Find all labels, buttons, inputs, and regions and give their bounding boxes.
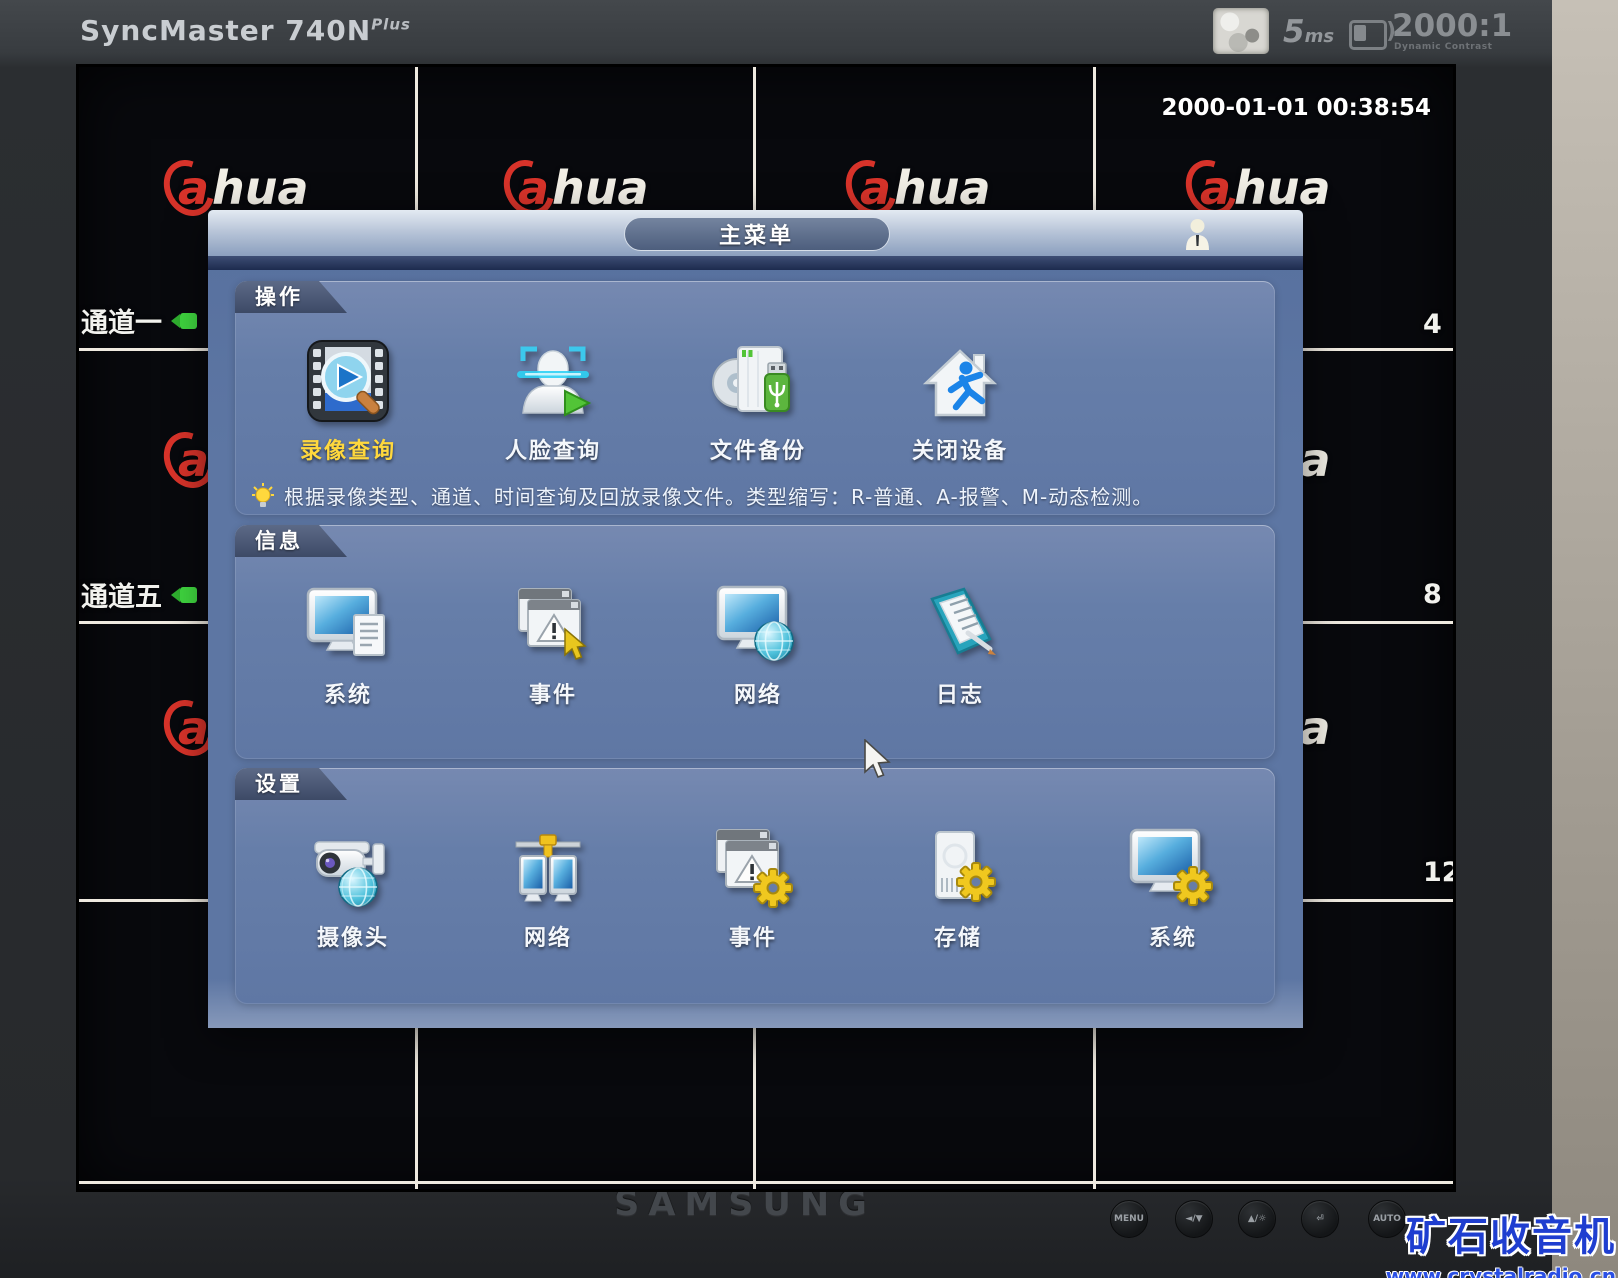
- dahua-logo: ahua: [175, 161, 309, 215]
- event-settings-icon: [705, 820, 801, 916]
- contrast-caption: Dynamic Contrast: [1394, 42, 1493, 52]
- channel-1-label: 通道一: [81, 301, 199, 340]
- dahua-logo: ahua: [1197, 161, 1331, 215]
- menu-item-label: 存储: [933, 926, 982, 951]
- section-settings: 设置 摄像头 网络 事件 存储 系统: [235, 768, 1275, 1004]
- watermark: 矿石收音机 www.crystalradio.cn: [1386, 1204, 1616, 1278]
- watermark-url: www.crystalradio.cn: [1385, 1264, 1616, 1278]
- menu-item-label: 系统: [1148, 926, 1197, 951]
- network-settings-icon: [500, 820, 596, 916]
- menu-item-camera-settings[interactable]: 摄像头: [268, 820, 438, 952]
- menu-item-label: 事件: [728, 926, 777, 951]
- mouse-cursor: [864, 739, 891, 779]
- menu-item-label: 人脸查询: [504, 439, 601, 464]
- dynamic-contrast-icon: [1349, 20, 1387, 50]
- recording-camera-icon: [171, 586, 197, 603]
- menu-item-network-settings[interactable]: 网络: [463, 820, 633, 952]
- section-information: 信息 系统 事件 网络 日志: [235, 525, 1275, 759]
- menu-item-label: 摄像头: [316, 926, 389, 951]
- shutdown-icon: [912, 333, 1008, 429]
- cell-number-4: 4: [1423, 309, 1442, 340]
- menu-item-network-info[interactable]: 网络: [673, 577, 843, 709]
- system-timestamp: 2000-01-01 00:38:54: [1161, 95, 1431, 121]
- dahua-logo: ahua: [857, 161, 991, 215]
- menu-item-log[interactable]: 日志: [875, 577, 1045, 709]
- menu-item-label: 网络: [523, 926, 572, 951]
- menu-item-system-info[interactable]: 系统: [263, 577, 433, 709]
- photo-stage: SyncMaster 740NPlus 5ms 2000:1 Dynamic C…: [0, 0, 1618, 1278]
- dvr-screen: 2000-01-01 00:38:54 ahua ahua ahua ahua …: [76, 64, 1456, 1192]
- video-query-icon: [300, 333, 396, 429]
- contrast-ratio-label: 2000:1: [1392, 8, 1513, 44]
- grid-line: [79, 1181, 1453, 1184]
- menu-item-label: 系统: [323, 683, 372, 708]
- channel-5-label: 通道五: [81, 575, 199, 614]
- background-wall: [1552, 0, 1618, 1278]
- menu-item-label: 事件: [528, 683, 577, 708]
- logged-in-user-icon: [1186, 219, 1209, 250]
- watermark-title: 矿石收音机: [1406, 1214, 1616, 1260]
- section-information-title: 信息: [235, 525, 347, 557]
- recording-camera-icon: [171, 312, 197, 329]
- file-backup-icon: [710, 333, 806, 429]
- face-query-icon: [505, 333, 601, 429]
- main-menu-dialog: 主菜单 操作 录像查询 人脸查询 文件备份 关闭设备 根据录像类型、通道、时间查…: [208, 210, 1303, 1028]
- event-info-icon: [505, 577, 601, 673]
- section-operation: 操作 录像查询 人脸查询 文件备份 关闭设备 根据录像类型、通道、时间查询及回放…: [235, 281, 1275, 515]
- bulb-icon: [252, 482, 274, 507]
- menu-item-label: 日志: [935, 683, 984, 708]
- menu-item-file-backup[interactable]: 文件备份: [673, 333, 843, 465]
- header-divider: [208, 256, 1303, 270]
- network-info-icon: [710, 577, 806, 673]
- monitor-enter-button[interactable]: ⏎: [1301, 1200, 1339, 1238]
- system-info-icon: [300, 577, 396, 673]
- monitor-model-label: SyncMaster 740NPlus: [80, 14, 411, 47]
- monitor-bezel: SyncMaster 740NPlus 5ms 2000:1 Dynamic C…: [0, 0, 1552, 1278]
- log-icon: [912, 577, 1008, 673]
- cell-number-12: 12: [1423, 857, 1453, 888]
- monitor-menu-button[interactable]: MENU: [1110, 1200, 1148, 1238]
- monitor-down-button[interactable]: ◄/▼: [1175, 1200, 1213, 1238]
- menu-item-video-query[interactable]: 录像查询: [263, 333, 433, 465]
- system-settings-icon: [1125, 820, 1221, 916]
- menu-item-label: 网络: [733, 683, 782, 708]
- camera-settings-icon: [305, 820, 401, 916]
- menu-item-system-settings[interactable]: 系统: [1088, 820, 1258, 952]
- menu-item-shutdown[interactable]: 关闭设备: [875, 333, 1045, 465]
- section-operation-title: 操作: [235, 281, 347, 313]
- dialog-header: 主菜单: [208, 210, 1303, 256]
- monitor-brightness-button[interactable]: ▲/☼: [1238, 1200, 1276, 1238]
- menu-item-label: 文件备份: [709, 439, 806, 464]
- menu-item-label: 关闭设备: [911, 439, 1008, 464]
- cell-number-8: 8: [1423, 579, 1442, 610]
- section-settings-title: 设置: [235, 768, 347, 800]
- menu-item-storage-settings[interactable]: 存储: [873, 820, 1043, 952]
- menu-item-face-query[interactable]: 人脸查询: [468, 333, 638, 465]
- page-title: 主菜单: [623, 217, 890, 251]
- hint-text: 根据录像类型、通道、时间查询及回放录像文件。类型缩写：R-普通、A-报警、M-动…: [284, 485, 1154, 509]
- menu-item-event-settings[interactable]: 事件: [668, 820, 838, 952]
- hint-row: 根据录像类型、通道、时间查询及回放录像文件。类型缩写：R-普通、A-报警、M-动…: [251, 481, 1153, 510]
- response-time-label: 5ms: [1283, 14, 1335, 50]
- dahua-logo: ahua: [515, 161, 649, 215]
- storage-settings-icon: [910, 820, 1006, 916]
- menu-item-label: 录像查询: [299, 439, 396, 464]
- menu-item-event-info[interactable]: 事件: [468, 577, 638, 709]
- worn-sticker: [1213, 8, 1269, 54]
